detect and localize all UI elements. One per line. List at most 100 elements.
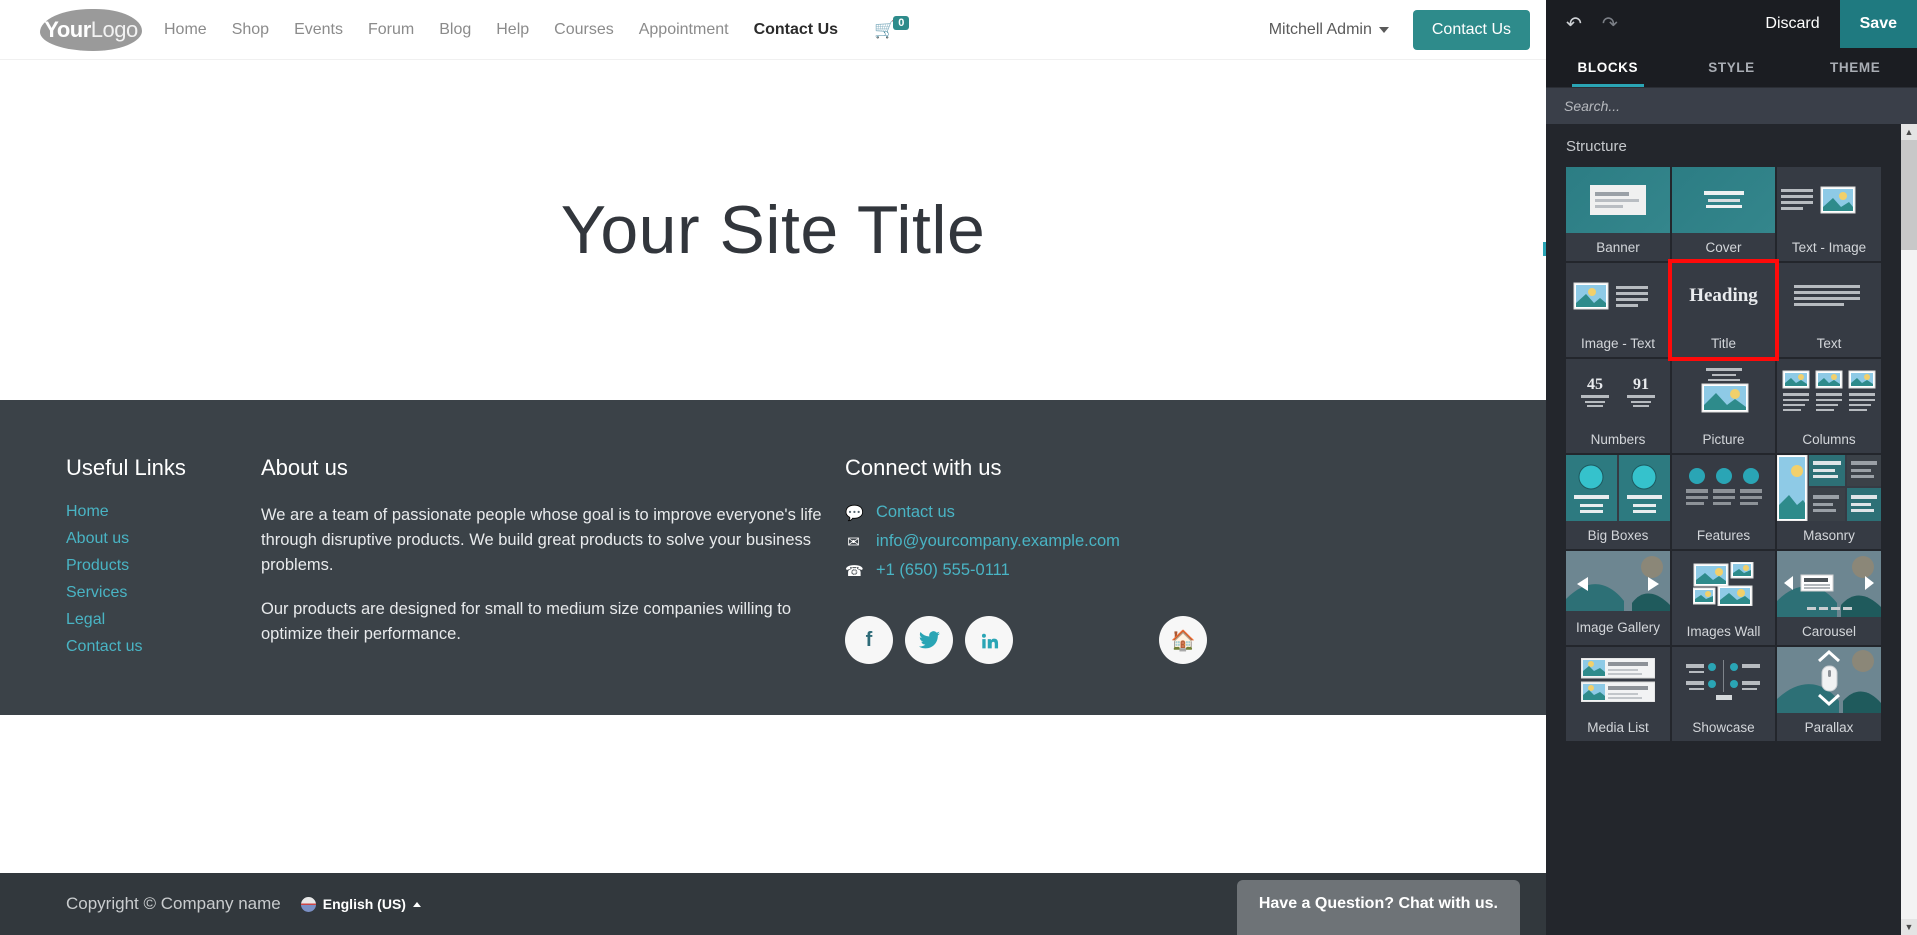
save-button[interactable]: Save xyxy=(1839,0,1917,48)
block-columns[interactable]: Columns xyxy=(1777,359,1881,453)
blocks-section-title: Structure xyxy=(1566,138,1627,155)
footer-social-row: f 🏠 xyxy=(845,616,1285,664)
footer-link-about-us[interactable]: About us xyxy=(66,530,261,548)
block-media-list[interactable]: Media List xyxy=(1566,647,1670,741)
block-parallax[interactable]: Parallax xyxy=(1777,647,1881,741)
nav-item-forum[interactable]: Forum xyxy=(368,21,414,39)
twitter-icon[interactable] xyxy=(905,616,953,664)
block-thumbnail xyxy=(1672,455,1775,521)
app-root: YourLogo Home Shop Events Forum Blog Hel… xyxy=(0,0,1917,935)
block-carousel[interactable]: Carousel xyxy=(1777,551,1881,645)
editor-actions: Discard Save xyxy=(1745,0,1917,48)
nav-item-appointment[interactable]: Appointment xyxy=(639,21,729,39)
search-input[interactable] xyxy=(1564,98,1899,114)
footer-link-products[interactable]: Products xyxy=(66,557,261,575)
user-menu[interactable]: Mitchell Admin xyxy=(1269,21,1389,39)
discard-button[interactable]: Discard xyxy=(1745,0,1839,48)
nav-item-home[interactable]: Home xyxy=(164,21,207,39)
block-label: Carousel xyxy=(1801,623,1857,639)
block-label: Title xyxy=(1710,335,1736,351)
tab-theme[interactable]: THEME xyxy=(1793,48,1917,87)
footer-contact-row: 💬 Contact us xyxy=(845,503,1285,522)
block-big-boxes[interactable]: Big Boxes xyxy=(1566,455,1670,549)
block-thumbnail xyxy=(1566,455,1670,521)
language-label: English (US) xyxy=(322,896,406,912)
site-header: YourLogo Home Shop Events Forum Blog Hel… xyxy=(0,0,1546,60)
block-cover[interactable]: Cover xyxy=(1672,167,1775,261)
block-thumbnail xyxy=(1672,647,1775,713)
nav-item-contact-us[interactable]: Contact Us xyxy=(754,21,838,39)
footer-link-contact-us[interactable]: Contact us xyxy=(66,638,261,656)
contact-us-button[interactable]: Contact Us xyxy=(1412,9,1530,50)
footer-link-services[interactable]: Services xyxy=(66,584,261,602)
blocks-scrollbar[interactable]: ▲ ▼ xyxy=(1901,124,1917,935)
block-picture[interactable]: Picture xyxy=(1672,359,1775,453)
footer-link-legal[interactable]: Legal xyxy=(66,611,261,629)
chat-widget[interactable]: Have a Question? Chat with us. xyxy=(1236,880,1520,935)
footer-columns: Useful Links Home About us Products Serv… xyxy=(66,455,1480,666)
language-selector[interactable]: English (US) xyxy=(300,896,421,912)
block-showcase[interactable]: Showcase xyxy=(1672,647,1775,741)
main-navigation: Home Shop Events Forum Blog Help Courses… xyxy=(164,21,838,39)
tab-style[interactable]: STYLE xyxy=(1670,48,1794,87)
tab-blocks[interactable]: BLOCKS xyxy=(1546,48,1670,87)
block-numbers[interactable]: 45 91 Numbers xyxy=(1566,359,1670,453)
block-thumbnail xyxy=(1777,647,1881,713)
block-text[interactable]: Text xyxy=(1777,263,1881,357)
linkedin-icon[interactable] xyxy=(965,616,1013,664)
block-title[interactable]: Heading Title xyxy=(1668,259,1779,361)
block-images-wall[interactable]: Images Wall xyxy=(1672,551,1775,645)
editor-tabs: BLOCKS STYLE THEME xyxy=(1546,48,1917,88)
footer-email-row: ✉ info@yourcompany.example.com xyxy=(845,532,1285,551)
logo-light: Logo xyxy=(90,16,138,42)
scrollbar-thumb[interactable] xyxy=(1901,140,1917,250)
block-thumbnail xyxy=(1672,167,1775,233)
facebook-icon[interactable]: f xyxy=(845,616,893,664)
phone-icon: ☎ xyxy=(845,562,864,580)
numbers-value-2: 91 xyxy=(1633,376,1649,393)
cart-button[interactable]: 🛒 0 xyxy=(874,15,911,40)
block-thumb-heading-text: Heading xyxy=(1689,285,1758,306)
block-label: Showcase xyxy=(1692,719,1755,735)
block-label: Image Gallery xyxy=(1575,620,1661,635)
footer-email-link[interactable]: info@yourcompany.example.com xyxy=(876,532,1120,551)
footer-link-home[interactable]: Home xyxy=(66,503,261,521)
header-right: Mitchell Admin Contact Us xyxy=(1269,9,1530,50)
block-banner[interactable]: Banner xyxy=(1566,167,1670,261)
redo-icon[interactable]: ↷ xyxy=(1602,15,1618,34)
block-thumbnail xyxy=(1672,359,1775,425)
nav-item-courses[interactable]: Courses xyxy=(554,21,614,39)
site-logo[interactable]: YourLogo xyxy=(40,8,142,51)
block-text-image[interactable]: Text - Image xyxy=(1777,167,1881,261)
footer-phone-link[interactable]: +1 (650) 555-0111 xyxy=(876,561,1010,580)
block-features[interactable]: Features xyxy=(1672,455,1775,549)
footer-links-title: Useful Links xyxy=(66,455,186,480)
cart-count-badge: 0 xyxy=(893,15,910,30)
block-masonry[interactable]: Masonry xyxy=(1777,455,1881,549)
nav-item-shop[interactable]: Shop xyxy=(232,21,269,39)
scroll-up-icon[interactable]: ▲ xyxy=(1901,124,1917,140)
block-thumbnail: 45 91 xyxy=(1566,359,1670,425)
chevron-up-icon xyxy=(412,901,421,907)
footer-contact-us-link[interactable]: Contact us xyxy=(876,503,955,522)
nav-item-help[interactable]: Help xyxy=(496,21,529,39)
footer-about-paragraph-2: Our products are designed for small to m… xyxy=(261,600,792,643)
cart-icon: 🛒 xyxy=(874,19,896,39)
flag-icon xyxy=(300,896,316,912)
block-label: Media List xyxy=(1587,719,1649,735)
block-image-gallery[interactable]: Image Gallery xyxy=(1566,551,1670,645)
nav-item-events[interactable]: Events xyxy=(294,21,343,39)
undo-icon[interactable]: ↶ xyxy=(1566,15,1582,34)
scroll-down-icon[interactable]: ▼ xyxy=(1901,919,1917,935)
footer-about-title: About us xyxy=(261,455,348,480)
block-thumbnail xyxy=(1566,263,1670,329)
block-label: Images Wall xyxy=(1686,623,1761,639)
block-image-text[interactable]: Image - Text xyxy=(1566,263,1670,357)
home-icon[interactable]: 🏠 xyxy=(1159,616,1207,664)
block-thumbnail xyxy=(1566,551,1670,611)
chat-bubble-icon: 💬 xyxy=(845,504,864,522)
nav-item-blog[interactable]: Blog xyxy=(439,21,471,39)
envelope-icon: ✉ xyxy=(847,533,860,551)
blocks-grid: Banner Cover Text - Image Image - Text H… xyxy=(1546,167,1901,741)
editor-search-bar xyxy=(1546,88,1917,124)
